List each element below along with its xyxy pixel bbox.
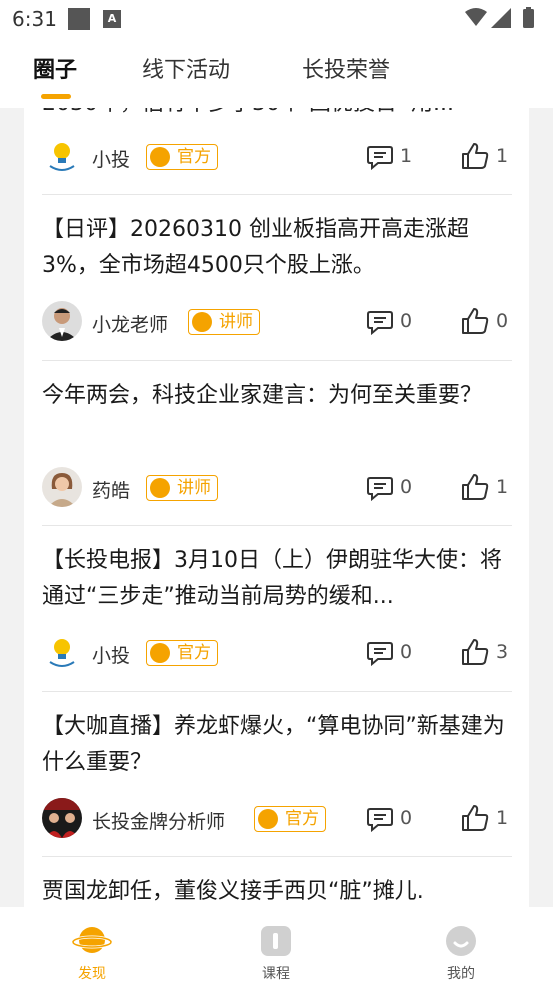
avatar[interactable] (42, 301, 82, 341)
avatar[interactable] (42, 632, 82, 672)
nav-label: 课程 (262, 966, 290, 982)
like-icon[interactable] (460, 803, 490, 833)
author-name[interactable]: 小投 (92, 641, 130, 668)
tab-circle[interactable]: 圈子 (33, 52, 77, 84)
like-count: 3 (496, 641, 509, 663)
post-meta: 小投 官方 1 1 (42, 136, 512, 178)
badge-medal-icon (150, 643, 170, 663)
comment-icon[interactable] (366, 475, 394, 501)
post-card[interactable]: 【大咖直播】养龙虾爆火，“算电协同”新基建为什么重要？ (42, 709, 512, 781)
like-count: 1 (496, 807, 509, 829)
divider (42, 525, 512, 526)
like-icon[interactable] (460, 637, 490, 667)
status-time: 6:31 (12, 7, 57, 31)
author-name[interactable]: 小投 (92, 145, 130, 172)
post-feed[interactable]: 2030年，估有中多了30个 国优投日 ·用... 小投 官方 1 1 【日评】… (24, 108, 529, 907)
badge-medal-icon (192, 312, 212, 332)
badge-medal-icon (150, 147, 170, 167)
tab-offline-events[interactable]: 线下活动 (142, 52, 230, 84)
divider (42, 691, 512, 692)
post-card[interactable]: 今年两会，科技企业家建言：为何至关重要？ (42, 378, 512, 414)
nav-label: 发现 (78, 966, 106, 982)
role-badge: 讲师 (146, 475, 218, 501)
comment-count: 0 (400, 641, 413, 663)
like-count: 1 (496, 476, 509, 498)
comment-icon[interactable] (366, 309, 394, 335)
like-icon[interactable] (460, 141, 490, 171)
avatar[interactable] (42, 467, 82, 507)
status-icons (465, 7, 534, 28)
app-notification-icon: A (103, 10, 121, 28)
tab-honors[interactable]: 长投荣誉 (302, 52, 390, 84)
planet-icon (72, 927, 112, 953)
role-badge: 官方 (254, 806, 326, 832)
avatar[interactable] (42, 798, 82, 838)
post-title: 2030年，估有中多了30个 国优投日 ·用... (42, 108, 512, 122)
divider (42, 856, 512, 857)
post-card[interactable]: 【长投电报】3月10日（上）伊朗驻华大使：将通过“三步走”推动当前局势的缓和..… (42, 543, 512, 615)
comment-count: 1 (400, 145, 413, 167)
nav-discover[interactable]: 发现 (32, 907, 152, 984)
course-icon (261, 926, 291, 956)
badge-medal-icon (258, 809, 278, 829)
notification-icon (68, 8, 90, 30)
post-meta: 小龙老师 讲师 0 0 (42, 301, 512, 343)
post-title: 【日评】20260310 创业板指高开高走涨超3%，全市场超4500只个股上涨。 (42, 217, 469, 278)
like-count: 0 (496, 310, 509, 332)
avatar[interactable] (42, 136, 82, 176)
top-tab-bar: 圈子 线下活动 长投荣誉 (0, 36, 553, 108)
active-tab-indicator (41, 94, 71, 99)
comment-count: 0 (400, 476, 413, 498)
post-card[interactable]: 2030年，估有中多了30个 国优投日 ·用... (42, 108, 512, 122)
divider (42, 360, 512, 361)
status-bar: 6:31 A (0, 0, 553, 36)
bottom-nav: 发现 课程 我的 (0, 907, 553, 984)
post-card[interactable]: 【日评】20260310 创业板指高开高走涨超3%，全市场超4500只个股上涨。 (42, 212, 512, 284)
badge-medal-icon (150, 478, 170, 498)
profile-icon (446, 926, 476, 956)
signal-icon (491, 8, 511, 28)
author-name[interactable]: 药皓 (92, 476, 130, 503)
post-card[interactable]: 贾国龙卸任，董俊义接手西贝“脏”摊儿. (42, 874, 512, 907)
post-title: 今年两会，科技企业家建言：为何至关重要？ (42, 383, 483, 408)
comment-icon[interactable] (366, 806, 394, 832)
divider (42, 194, 512, 195)
nav-label: 我的 (447, 966, 475, 982)
like-icon[interactable] (460, 306, 490, 336)
nav-profile[interactable]: 我的 (401, 907, 521, 984)
post-title: 【长投电报】3月10日（上）伊朗驻华大使：将通过“三步走”推动当前局势的缓和..… (42, 548, 502, 609)
post-title: 【大咖直播】养龙虾爆火，“算电协同”新基建为什么重要？ (42, 714, 505, 775)
author-name[interactable]: 小龙老师 (92, 310, 168, 337)
author-name[interactable]: 长投金牌分析师 (92, 807, 225, 834)
role-badge: 讲师 (188, 309, 260, 335)
nav-courses[interactable]: 课程 (216, 907, 336, 984)
comment-icon[interactable] (366, 640, 394, 666)
like-count: 1 (496, 145, 509, 167)
comment-count: 0 (400, 807, 413, 829)
role-badge: 官方 (146, 640, 218, 666)
wifi-icon (465, 8, 487, 26)
post-meta: 长投金牌分析师 官方 0 1 (42, 798, 512, 840)
post-title: 贾国龙卸任，董俊义接手西贝“脏”摊儿. (42, 879, 424, 904)
battery-icon (523, 9, 534, 28)
post-meta: 药皓 讲师 0 1 (42, 467, 512, 509)
like-icon[interactable] (460, 472, 490, 502)
comment-icon[interactable] (366, 144, 394, 170)
comment-count: 0 (400, 310, 413, 332)
role-badge: 官方 (146, 144, 218, 170)
post-meta: 小投 官方 0 3 (42, 632, 512, 674)
